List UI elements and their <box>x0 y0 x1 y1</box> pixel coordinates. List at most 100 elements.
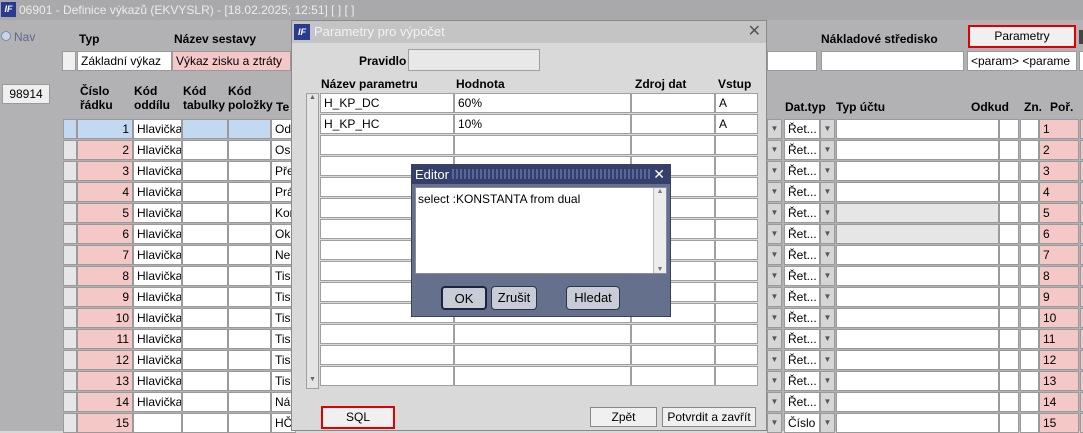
editor-close-icon[interactable]: ✕ <box>653 165 665 184</box>
param-input-cell[interactable] <box>715 345 758 365</box>
row-poradi-cell[interactable]: 11 <box>1039 329 1079 349</box>
editor-textarea[interactable]: select :KONSTANTA from dual ▲ ▼ <box>415 187 667 274</box>
row-polozka-cell[interactable] <box>228 350 271 370</box>
row-dattyp-dropdown-icon[interactable]: ▼ <box>820 350 835 370</box>
typ-selector[interactable] <box>62 51 76 71</box>
row-dattyp-dropdown-icon[interactable]: ▼ <box>820 371 835 391</box>
row-dattyp-cell[interactable]: Řet... <box>784 224 820 244</box>
row-number-cell[interactable]: 6 <box>77 224 133 244</box>
row-number-cell[interactable]: 11 <box>77 329 133 349</box>
row-number-cell[interactable]: 7 <box>77 245 133 265</box>
row-polozka-cell[interactable] <box>228 413 271 433</box>
row-polozka-cell[interactable] <box>228 203 271 223</box>
row-zn-cell[interactable] <box>1020 140 1039 160</box>
row-selector[interactable] <box>63 245 77 265</box>
header-field-a[interactable] <box>767 51 817 71</box>
param-name-cell[interactable] <box>320 135 454 155</box>
param-input-cell[interactable]: A <box>715 93 758 113</box>
row-oddil-cell[interactable]: Hlavička <box>133 140 182 160</box>
row-dattyp-cell[interactable]: Řet... <box>784 203 820 223</box>
row-typucetu-cell[interactable] <box>836 224 999 244</box>
row-zn-cell[interactable] <box>1020 413 1039 433</box>
row-dropdown-icon[interactable]: ▼ <box>767 161 782 181</box>
row-poradi-cell[interactable]: 12 <box>1039 350 1079 370</box>
row-polozka-cell[interactable] <box>228 371 271 391</box>
row-dattyp-cell[interactable]: Řet... <box>784 140 820 160</box>
nakladove-stredisko-field[interactable] <box>821 51 964 71</box>
row-selector[interactable] <box>63 329 77 349</box>
row-zn-cell[interactable] <box>1020 182 1039 202</box>
row-poradi-cell[interactable]: 7 <box>1039 245 1079 265</box>
row-tabulka-cell[interactable] <box>182 308 228 328</box>
row-number-cell[interactable]: 10 <box>77 308 133 328</box>
row-selector[interactable] <box>63 182 77 202</box>
row-zn-cell[interactable] <box>1020 371 1039 391</box>
row-zn-cell[interactable] <box>1020 245 1039 265</box>
row-dattyp-cell[interactable]: Řet... <box>784 266 820 286</box>
row-number-cell[interactable]: 8 <box>77 266 133 286</box>
row-zn-cell[interactable] <box>1020 266 1039 286</box>
potvrdit-a-zavrit-button[interactable]: Potvrdit a zavřít <box>662 407 756 427</box>
row-typucetu-cell[interactable] <box>836 203 999 223</box>
row-tabulka-cell[interactable] <box>182 287 228 307</box>
param-field[interactable]: <param> <parame <box>967 51 1077 71</box>
param-input-cell[interactable] <box>715 324 758 344</box>
row-typucetu-cell[interactable] <box>836 287 999 307</box>
row-dattyp-dropdown-icon[interactable]: ▼ <box>820 392 835 412</box>
row-polozka-cell[interactable] <box>228 308 271 328</box>
editor-hledat-button[interactable]: Hledat <box>566 286 620 310</box>
row-polozka-cell[interactable] <box>228 224 271 244</box>
row-typucetu-cell[interactable] <box>836 350 999 370</box>
parametry-button[interactable]: Parametry <box>968 25 1076 48</box>
row-odkud-cell[interactable] <box>999 245 1019 265</box>
row-dattyp-cell[interactable]: Řet... <box>784 245 820 265</box>
scroll-up-icon[interactable]: ▲ <box>307 94 318 106</box>
row-typucetu-cell[interactable] <box>836 161 999 181</box>
param-input-cell[interactable] <box>715 198 758 218</box>
row-oddil-cell[interactable]: Hlavička <box>133 308 182 328</box>
row-dropdown-icon[interactable]: ▼ <box>767 350 782 370</box>
param-value-cell[interactable] <box>454 366 631 386</box>
row-zn-cell[interactable] <box>1020 287 1039 307</box>
row-dropdown-icon[interactable]: ▼ <box>767 371 782 391</box>
row-dattyp-cell[interactable]: Řet... <box>784 371 820 391</box>
row-dattyp-cell[interactable]: Řet... <box>784 182 820 202</box>
editor-scrollbar[interactable]: ▲ ▼ <box>653 188 666 273</box>
row-oddil-cell[interactable]: Hlavička <box>133 119 182 139</box>
sql-button[interactable]: SQL <box>321 406 395 429</box>
row-zn-cell[interactable] <box>1020 308 1039 328</box>
row-selector[interactable] <box>63 350 77 370</box>
row-number-cell[interactable]: 14 <box>77 392 133 412</box>
row-typucetu-cell[interactable] <box>836 182 999 202</box>
row-tabulka-cell[interactable] <box>182 161 228 181</box>
row-polozka-cell[interactable] <box>228 245 271 265</box>
nazev-sestavy-field[interactable]: Výkaz zisku a ztráty <box>172 51 291 71</box>
param-name-cell[interactable]: H_KP_HC <box>320 114 454 134</box>
row-poradi-cell[interactable]: 15 <box>1039 413 1079 433</box>
param-input-cell[interactable] <box>715 303 758 323</box>
row-dattyp-dropdown-icon[interactable]: ▼ <box>820 413 835 433</box>
row-zn-cell[interactable] <box>1020 350 1039 370</box>
param-input-cell[interactable]: A <box>715 114 758 134</box>
row-dattyp-dropdown-icon[interactable]: ▼ <box>820 245 835 265</box>
row-typucetu-cell[interactable] <box>836 245 999 265</box>
row-zn-cell[interactable] <box>1020 119 1039 139</box>
row-selector[interactable] <box>63 287 77 307</box>
row-dattyp-dropdown-icon[interactable]: ▼ <box>820 119 835 139</box>
param-input-cell[interactable] <box>715 156 758 176</box>
row-selector[interactable] <box>63 224 77 244</box>
editor-ok-button[interactable]: OK <box>441 286 487 310</box>
row-selector[interactable] <box>63 413 77 433</box>
row-number-cell[interactable]: 2 <box>77 140 133 160</box>
row-tabulka-cell[interactable] <box>182 182 228 202</box>
row-tabulka-cell[interactable] <box>182 119 228 139</box>
row-polozka-cell[interactable] <box>228 266 271 286</box>
row-tabulka-cell[interactable] <box>182 329 228 349</box>
row-number-cell[interactable]: 1 <box>77 119 133 139</box>
row-dattyp-cell[interactable]: Řet... <box>784 119 820 139</box>
row-selector[interactable] <box>63 119 77 139</box>
row-odkud-cell[interactable] <box>999 392 1019 412</box>
row-number-cell[interactable]: 9 <box>77 287 133 307</box>
param-name-cell[interactable] <box>320 345 454 365</box>
row-dropdown-icon[interactable]: ▼ <box>767 308 782 328</box>
